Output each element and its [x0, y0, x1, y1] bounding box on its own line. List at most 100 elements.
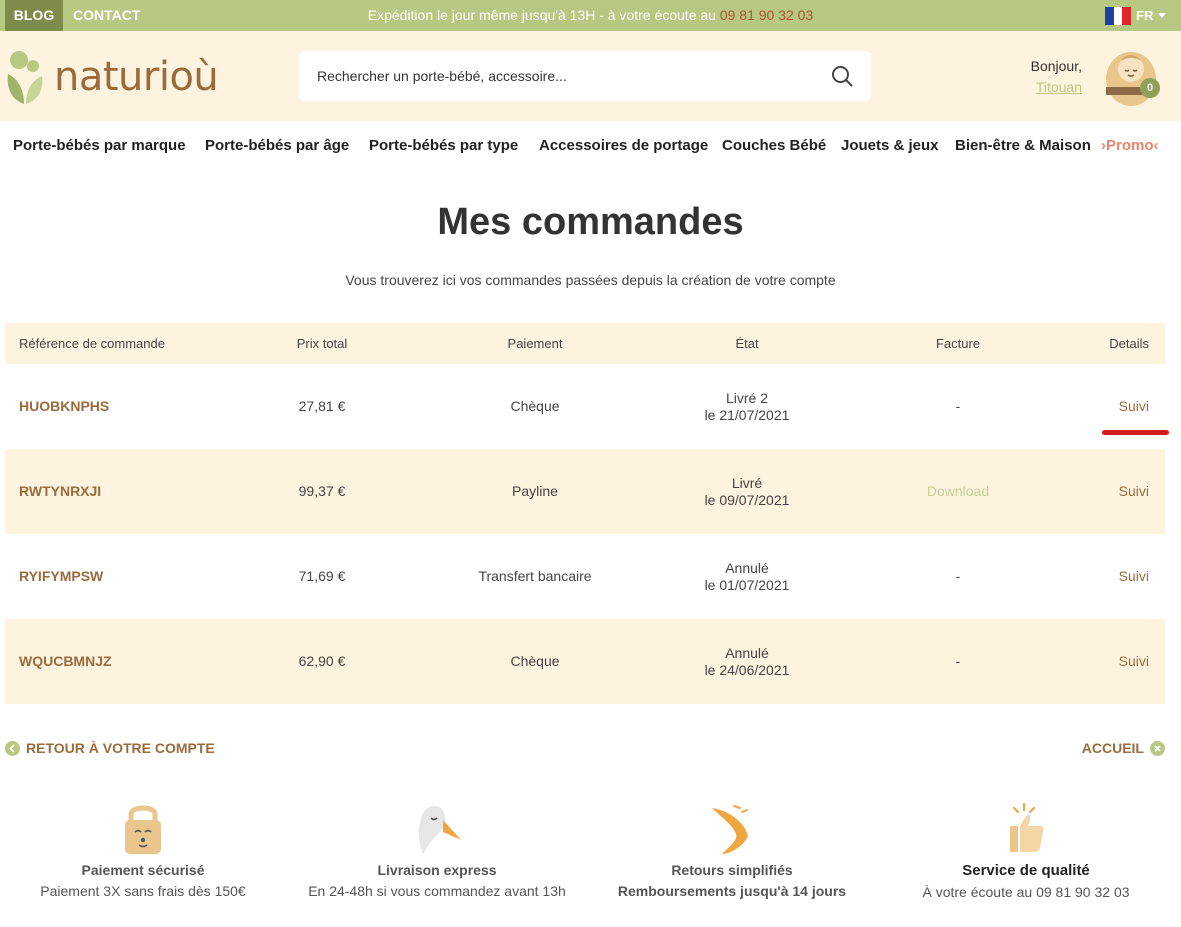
order-state-label: Livré	[731, 474, 763, 491]
back-to-account-link[interactable]: RETOUR À VOTRE COMPTE	[5, 740, 215, 756]
feature-desc: Remboursements jusqu'à 14 jours	[617, 883, 847, 899]
order-payment: Transfert bancaire	[478, 568, 592, 584]
feature-title: Retours simplifiés	[671, 862, 793, 878]
home-link[interactable]: ACCUEIL	[1082, 740, 1165, 756]
tracking-link[interactable]: Suivi	[1119, 568, 1149, 585]
language-label: FR	[1136, 8, 1154, 23]
table-row: RWTYNRXJI 99,37 € Payline Livré le 09/07/…	[5, 449, 1165, 534]
home-close-icon	[1150, 740, 1165, 756]
stork-icon	[418, 805, 461, 854]
padlock-icon	[125, 805, 161, 854]
order-state: Annulé le 01/07/2021	[647, 534, 847, 619]
nav-item-wellbeing[interactable]: Bien-être & Maison	[955, 121, 1091, 171]
header-payment: Paiement	[507, 336, 563, 351]
header-ref: Référence de commande	[19, 336, 165, 351]
promo-label: Promo	[1106, 137, 1154, 154]
order-ref-link[interactable]: HUOBKNPHS	[19, 398, 109, 415]
nav-item-diapers[interactable]: Couches Bébé	[722, 121, 826, 171]
back-label: RETOUR À VOTRE COMPTE	[26, 740, 215, 756]
order-state-date: le 09/07/2021	[704, 491, 790, 508]
nav-item-brand[interactable]: Porte-bébés par marque	[13, 121, 186, 171]
order-state-date: le 01/07/2021	[704, 576, 790, 593]
table-header: Référence de commande Prix total Paiemen…	[5, 323, 1165, 364]
feature-secure-payment: Paiement sécurisé Paiement 3X sans frais…	[3, 800, 283, 899]
order-price: 99,37 €	[298, 483, 346, 499]
top-bar: BLOG CONTACT Expédition le jour même jus…	[0, 0, 1181, 31]
order-state-date: le 24/06/2021	[704, 661, 790, 678]
order-invoice: -	[955, 653, 961, 669]
header-details: Details	[1109, 336, 1149, 351]
order-state-label: Livré 2	[725, 389, 769, 406]
contact-link[interactable]: CONTACT	[73, 0, 140, 31]
order-ref-link[interactable]: RWTYNRXJI	[19, 483, 101, 500]
search-bar	[299, 51, 871, 101]
header-invoice: Facture	[935, 336, 981, 351]
nav-item-promo[interactable]: ›Promo‹	[1101, 121, 1159, 171]
language-selector[interactable]: FR	[1105, 5, 1167, 26]
order-state-label: Annulé	[725, 559, 769, 576]
main-nav: Porte-bébés par marque Porte-bébés par â…	[0, 121, 1181, 171]
tracking-link[interactable]: Suivi	[1119, 398, 1149, 415]
shipping-phone: 09 81 90 32 03	[719, 7, 814, 23]
feature-desc: À votre écoute au 09 81 90 32 03	[922, 884, 1130, 900]
table-row: HUOBKNPHS 27,81 € Chèque Livré 2 le 21/07…	[5, 364, 1165, 449]
thumbs-up-icon	[1010, 802, 1044, 852]
order-price: 71,69 €	[298, 568, 346, 584]
site-header: naturioù Bonjour, Titouan 0	[0, 31, 1181, 121]
table-row: RYIFYMPSW 71,69 € Transfert bancaire Ann…	[5, 534, 1165, 619]
order-invoice: -	[955, 398, 961, 414]
header-state: État	[735, 336, 759, 351]
order-payment: Chèque	[510, 653, 560, 669]
order-ref-link[interactable]: WQUCBMNJZ	[19, 653, 112, 670]
tracking-link[interactable]: Suivi	[1119, 483, 1149, 500]
greeting-text: Bonjour,	[1030, 58, 1082, 74]
home-label: ACCUEIL	[1081, 740, 1144, 756]
order-state: Livré 2 le 21/07/2021	[647, 364, 847, 449]
logo-text: naturioù	[54, 54, 219, 100]
search-icon[interactable]	[831, 65, 853, 87]
order-state-label: Annulé	[725, 644, 769, 661]
invoice-download-link[interactable]: Download	[927, 483, 989, 500]
feature-quality-service: Service de qualité À votre écoute au 09 …	[886, 800, 1166, 900]
blog-link[interactable]: BLOG	[5, 0, 63, 31]
nav-item-toys[interactable]: Jouets & jeux	[841, 121, 939, 171]
feature-express-delivery: Livraison express En 24-48h si vous comm…	[297, 800, 577, 899]
nav-item-age[interactable]: Porte-bébés par âge	[205, 121, 349, 171]
feature-title: Livraison express	[377, 862, 497, 878]
order-price: 27,81 €	[298, 398, 346, 414]
nav-item-accessories[interactable]: Accessoires de portage	[539, 121, 708, 171]
caret-down-icon	[1158, 13, 1167, 18]
order-state-date: le 21/07/2021	[704, 406, 790, 423]
order-ref-link[interactable]: RYIFYMPSW	[19, 568, 103, 585]
feature-desc: En 24-48h si vous commandez avant 13h	[308, 883, 566, 899]
order-payment: Chèque	[510, 398, 560, 414]
boomerang-icon	[712, 805, 748, 854]
search-input[interactable]	[317, 51, 817, 101]
page-subtitle: Vous trouverez ici vos commandes passées…	[345, 272, 836, 288]
shipping-banner: Expédition le jour même jusqu'à 13H - à …	[0, 0, 1181, 31]
order-price: 62,90 €	[298, 653, 346, 669]
leaf-logo-icon	[7, 51, 43, 104]
french-flag-icon	[1105, 6, 1132, 25]
page-title: Mes commandes	[437, 201, 744, 243]
order-payment: Payline	[512, 483, 558, 499]
header-price: Prix total	[296, 336, 348, 351]
table-row: WQUCBMNJZ 62,90 € Chèque Annulé le 24/06/…	[5, 619, 1165, 704]
order-invoice: -	[955, 568, 961, 584]
tracking-link[interactable]: Suivi	[1119, 653, 1149, 670]
promo-right-icon: ‹	[1153, 137, 1159, 154]
chevron-left-icon	[5, 740, 20, 756]
nav-item-type[interactable]: Porte-bébés par type	[369, 121, 518, 171]
highlight-underline	[1102, 430, 1169, 435]
feature-title: Paiement sécurisé	[81, 862, 205, 878]
feature-title: Service de qualité	[962, 862, 1090, 879]
order-state: Annulé le 24/06/2021	[647, 619, 847, 704]
site-logo[interactable]: naturioù	[4, 47, 219, 107]
orders-table: Référence de commande Prix total Paiemen…	[5, 323, 1165, 704]
order-state: Livré le 09/07/2021	[647, 449, 847, 534]
feature-easy-returns: Retours simplifiés Remboursements jusqu'…	[592, 800, 872, 899]
account-name-link[interactable]: Titouan	[1000, 77, 1082, 98]
shipping-text: Expédition le jour même jusqu'à 13H - à …	[367, 7, 720, 23]
feature-desc: Paiement 3X sans frais dès 150€	[40, 883, 246, 899]
cart-count-badge: 0	[1140, 78, 1160, 98]
